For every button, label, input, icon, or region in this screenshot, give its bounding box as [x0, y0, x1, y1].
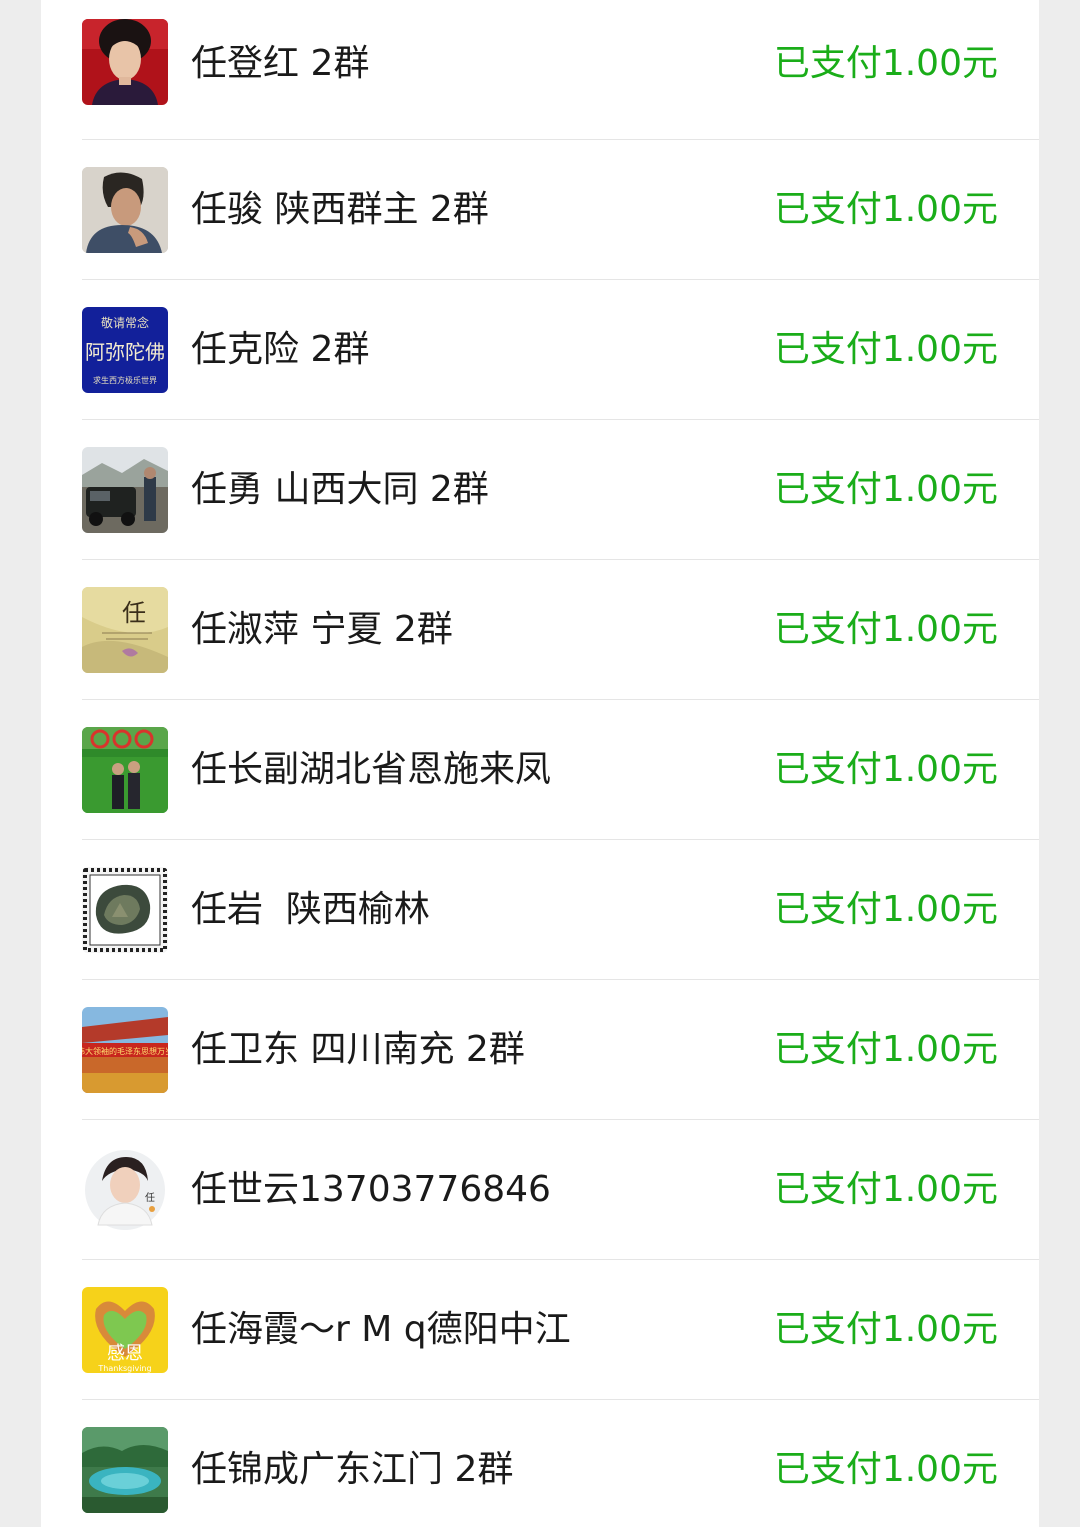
payment-list: 任登红 2群 已支付1.00元 任骏 陕西群主 2群 已支付1.00元 敬请常念…	[41, 0, 1039, 1527]
payer-name: 任岩 陕西榆林	[191, 889, 430, 930]
payer-name: 任世云13703776846	[191, 1169, 551, 1210]
payer-name: 任淑萍 宁夏 2群	[191, 609, 453, 650]
payment-status: 已支付1.00元	[773, 1029, 998, 1070]
payment-status: 已支付1.00元	[773, 1169, 998, 1210]
payment-status: 已支付1.00元	[773, 189, 998, 230]
svg-text:任: 任	[122, 599, 146, 627]
payment-status: 已支付1.00元	[773, 1449, 998, 1490]
car-photo-avatar[interactable]	[82, 447, 168, 533]
list-item[interactable]: 敬请常念 阿弥陀佛 求生西方极乐世界 任克险 2群 已支付1.00元	[41, 280, 1039, 420]
svg-text:伟大领袖的毛泽东思想万岁: 伟大领袖的毛泽东思想万岁	[82, 1046, 168, 1056]
list-item[interactable]: 伟大领袖的毛泽东思想万岁 任卫东 四川南充 2群 已支付1.00元	[41, 980, 1039, 1120]
payment-status: 已支付1.00元	[773, 1309, 998, 1350]
round-portrait-avatar[interactable]: 任	[82, 1147, 168, 1233]
list-item[interactable]: 任 任世云13703776846 已支付1.00元	[41, 1120, 1039, 1260]
payer-name: 任登红 2群	[191, 43, 370, 84]
payer-name: 任勇 山西大同 2群	[191, 469, 489, 510]
woman-portrait-avatar[interactable]	[82, 19, 168, 105]
payment-status: 已支付1.00元	[773, 469, 998, 510]
garden-couple-avatar[interactable]	[82, 727, 168, 813]
payment-status: 已支付1.00元	[773, 749, 998, 790]
heart-hands-avatar[interactable]: 感恩 Thanksgiving	[82, 1287, 168, 1373]
list-item[interactable]: 任锦成广东江门 2群 已支付1.00元	[41, 1400, 1039, 1527]
list-item[interactable]: 感恩 Thanksgiving 任海霞～r M q德阳中江 已支付1.00元	[41, 1260, 1039, 1400]
list-item[interactable]: 任骏 陕西群主 2群 已支付1.00元	[41, 140, 1039, 280]
list-item[interactable]: 任 任淑萍 宁夏 2群 已支付1.00元	[41, 560, 1039, 700]
list-item[interactable]: 任岩 陕西榆林 已支付1.00元	[41, 840, 1039, 980]
svg-text:敬请常念: 敬请常念	[101, 315, 149, 330]
tiananmen-banner-avatar[interactable]: 伟大领袖的毛泽东思想万岁	[82, 1007, 168, 1093]
payer-name: 任克险 2群	[191, 329, 370, 370]
payer-name: 任海霞～r M q德阳中江	[191, 1309, 571, 1350]
payer-name: 任卫东 四川南充 2群	[191, 1029, 525, 1070]
payment-status: 已支付1.00元	[773, 889, 998, 930]
payment-status: 已支付1.00元	[773, 43, 998, 84]
list-item[interactable]: 任勇 山西大同 2群 已支付1.00元	[41, 420, 1039, 560]
lake-landscape-avatar[interactable]	[82, 1427, 168, 1513]
svg-text:Thanksgiving: Thanksgiving	[97, 1364, 151, 1373]
svg-text:感恩: 感恩	[107, 1343, 143, 1364]
list-item[interactable]: 任登红 2群 已支付1.00元	[41, 0, 1039, 140]
list-item[interactable]: 任长副湖北省恩施来凤 已支付1.00元	[41, 700, 1039, 840]
svg-text:求生西方极乐世界: 求生西方极乐世界	[93, 375, 157, 385]
payer-name: 任长副湖北省恩施来凤	[191, 749, 552, 790]
surname-art-avatar[interactable]: 任	[82, 587, 168, 673]
stamp-rock-avatar[interactable]	[82, 867, 168, 953]
payment-status: 已支付1.00元	[773, 609, 998, 650]
man-portrait-avatar[interactable]	[82, 167, 168, 253]
svg-text:任: 任	[145, 1191, 155, 1204]
payment-status: 已支付1.00元	[773, 329, 998, 370]
svg-text:阿弥陀佛: 阿弥陀佛	[85, 340, 165, 364]
payer-name: 任锦成广东江门 2群	[191, 1449, 514, 1490]
payer-name: 任骏 陕西群主 2群	[191, 189, 489, 230]
calligraphy-avatar[interactable]: 敬请常念 阿弥陀佛 求生西方极乐世界	[82, 307, 168, 393]
